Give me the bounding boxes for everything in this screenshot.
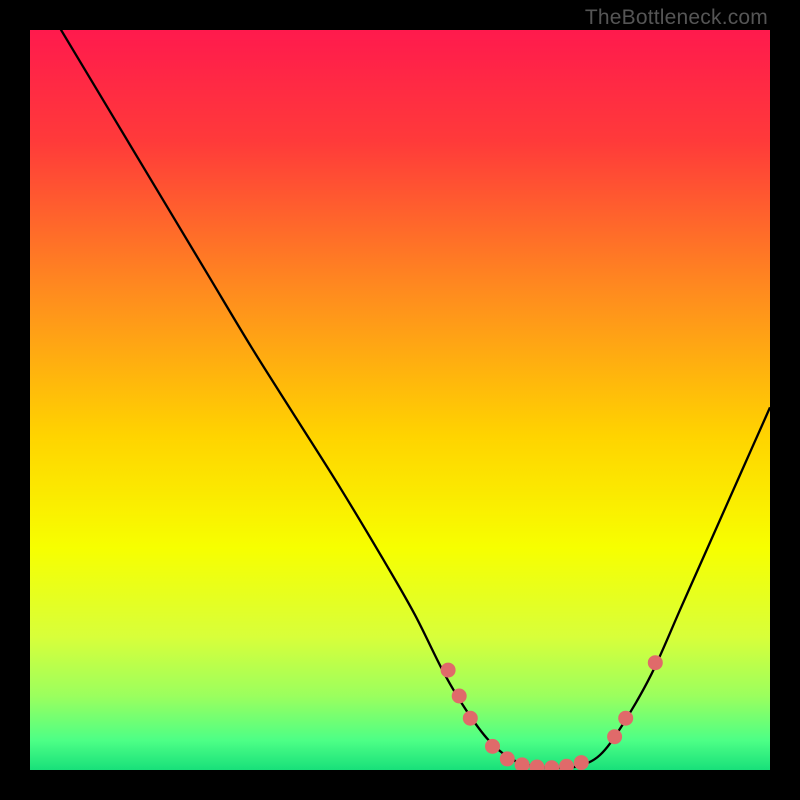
- curve-markers: [441, 655, 663, 770]
- curve-marker: [500, 751, 515, 766]
- curve-marker: [515, 757, 530, 770]
- curve-marker: [463, 711, 478, 726]
- plot-area: [30, 30, 770, 770]
- curve-marker: [607, 729, 622, 744]
- curve-layer: [30, 30, 770, 770]
- watermark-text: TheBottleneck.com: [585, 6, 768, 30]
- curve-marker: [618, 711, 633, 726]
- curve-marker: [485, 739, 500, 754]
- curve-marker: [529, 760, 544, 770]
- curve-marker: [574, 755, 589, 770]
- chart-container: { "watermark": "TheBottleneck.com", "cha…: [0, 0, 800, 800]
- curve-marker: [544, 760, 559, 770]
- curve-marker: [452, 689, 467, 704]
- curve-marker: [648, 655, 663, 670]
- curve-marker: [441, 663, 456, 678]
- curve-marker: [559, 759, 574, 770]
